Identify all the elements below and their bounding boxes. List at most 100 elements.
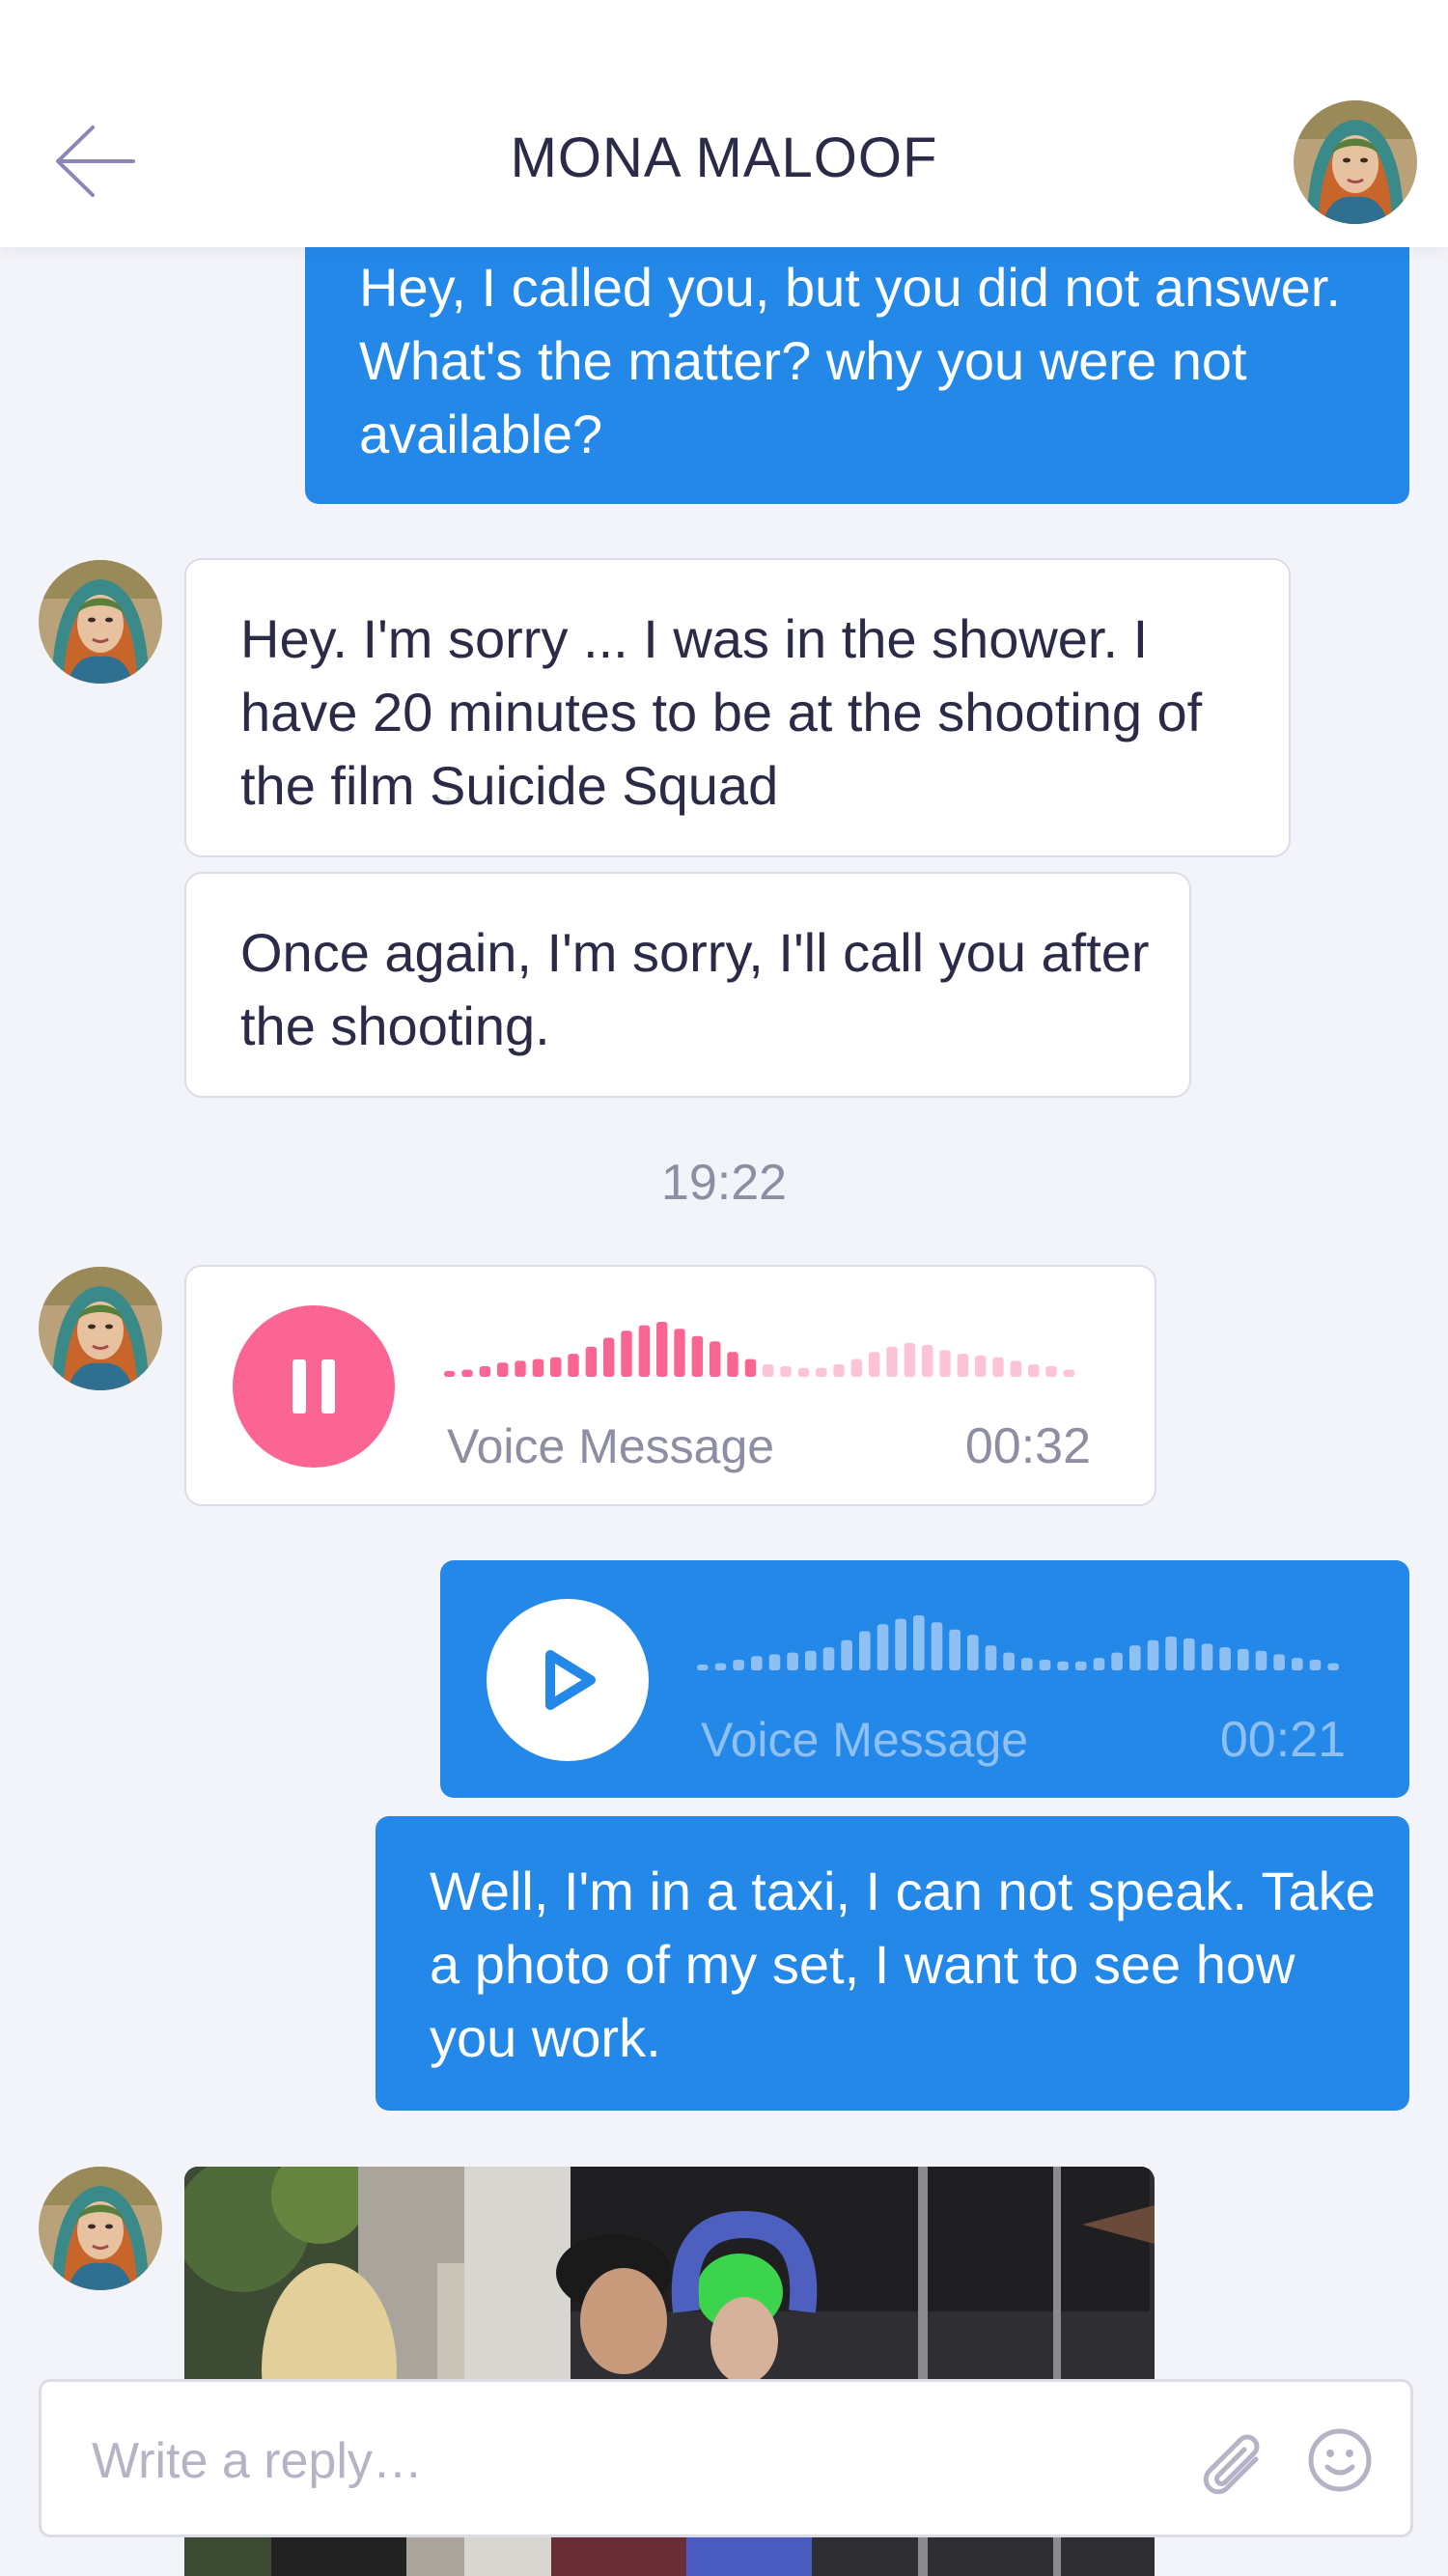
waveform-bar (763, 1364, 774, 1377)
waveform-bar (710, 1341, 721, 1377)
waveform-bar (479, 1366, 491, 1377)
waveform-bar (1057, 1661, 1069, 1670)
waveform-bar (895, 1618, 906, 1670)
reply-composer (39, 2379, 1413, 2537)
waveform-bar (1063, 1369, 1075, 1377)
pause-button[interactable] (233, 1305, 395, 1468)
waveform-bar (886, 1346, 898, 1377)
waveform-bar (805, 1650, 817, 1670)
message-bubble-outgoing[interactable]: Well, I'm in a taxi, I can not speak. Ta… (376, 1816, 1409, 2111)
pause-icon (292, 1359, 335, 1414)
waveform-bar (1165, 1637, 1177, 1670)
voice-message-duration: 00:32 (964, 1418, 1091, 1474)
voice-message-duration: 00:21 (1219, 1712, 1346, 1768)
chat-header: MONA MALOOF (0, 0, 1448, 247)
waveform-bar (656, 1322, 668, 1377)
waveform-bar (841, 1639, 852, 1670)
reply-input[interactable] (92, 2424, 1202, 2498)
waveform-bar (1045, 1366, 1057, 1377)
waveform-bar (1129, 1645, 1141, 1670)
waveform-bar (1183, 1638, 1195, 1670)
waveform-bar (1010, 1360, 1022, 1377)
waveform-bar (1147, 1639, 1159, 1670)
message-text: Hey. I'm sorry ... I was in the shower. … (240, 608, 1203, 816)
waveform-bar (727, 1352, 738, 1377)
message-timestamp: 19:22 (660, 1155, 788, 1211)
waveform-bar (1075, 1661, 1087, 1670)
avatar-image (39, 1267, 162, 1390)
voice-waveform[interactable] (697, 1612, 1346, 1670)
waveform-bar (797, 1367, 810, 1377)
waveform-bar (638, 1325, 651, 1377)
waveform-bar (1238, 1648, 1249, 1670)
waveform-bar (444, 1371, 456, 1377)
waveform-bar (939, 1350, 951, 1377)
waveform-bar (1273, 1654, 1285, 1670)
waveform-bar (674, 1329, 685, 1377)
waveform-bar (1327, 1663, 1339, 1670)
waveform-bar (869, 1352, 880, 1377)
voice-message-outgoing[interactable]: Voice Message 00:21 (440, 1560, 1409, 1798)
message-bubble-outgoing[interactable]: Hey, I called you, but you did not answe… (305, 228, 1409, 504)
voice-waveform[interactable] (444, 1319, 1081, 1377)
sender-avatar[interactable] (39, 1267, 162, 1390)
waveform-bar (532, 1358, 544, 1377)
waveform-bar (691, 1335, 704, 1377)
waveform-bar (1093, 1658, 1105, 1670)
waveform-bar (931, 1622, 943, 1670)
message-text: Hey, I called you, but you did not answe… (359, 257, 1341, 464)
waveform-bar (550, 1357, 562, 1377)
waveform-bar (904, 1343, 916, 1377)
message-text: Once again, I'm sorry, I'll call you aft… (240, 922, 1150, 1056)
waveform-bar (497, 1362, 509, 1377)
waveform-bar (568, 1354, 579, 1377)
attach-button[interactable] (1190, 2421, 1273, 2504)
waveform-bar (992, 1357, 1004, 1377)
message-bubble-incoming[interactable]: Once again, I'm sorry, I'll call you aft… (184, 872, 1191, 1098)
paperclip-icon (1203, 2434, 1260, 2495)
waveform-bar (967, 1635, 979, 1670)
waveform-bar (1028, 1364, 1040, 1377)
waveform-bar (957, 1354, 969, 1377)
waveform-bar (585, 1346, 598, 1377)
waveform-bar (877, 1624, 889, 1670)
waveform-bar (744, 1358, 757, 1377)
waveform-bar (768, 1654, 781, 1670)
waveform-bar (787, 1652, 798, 1670)
waveform-bar (780, 1366, 792, 1377)
voice-message-incoming[interactable]: Voice Message 00:32 (184, 1265, 1156, 1506)
emoji-button[interactable] (1296, 2417, 1383, 2504)
sender-avatar[interactable] (39, 560, 162, 684)
waveform-bar (697, 1665, 709, 1670)
waveform-bar (985, 1645, 997, 1670)
waveform-bar (1292, 1658, 1303, 1670)
waveform-bar (621, 1330, 632, 1377)
play-icon (545, 1650, 596, 1710)
play-button[interactable] (487, 1599, 649, 1761)
waveform-bar (603, 1337, 615, 1377)
message-bubble-incoming[interactable]: Hey. I'm sorry ... I was in the shower. … (184, 558, 1291, 857)
waveform-bar (850, 1358, 863, 1377)
waveform-bar (733, 1660, 744, 1670)
waveform-bar (1219, 1647, 1231, 1670)
waveform-bar (1021, 1658, 1033, 1670)
sender-avatar[interactable] (39, 2167, 162, 2290)
waveform-bar (913, 1615, 925, 1670)
contact-name: MONA MALOOF (510, 126, 938, 189)
waveform-bar (515, 1360, 526, 1377)
avatar-image (39, 560, 162, 684)
waveform-bar (816, 1367, 827, 1377)
waveform-bar (922, 1344, 933, 1377)
waveform-bar (461, 1369, 473, 1377)
waveform-bar (751, 1656, 763, 1670)
waveform-bar (859, 1631, 871, 1670)
waveform-bar (1201, 1643, 1213, 1670)
smiley-icon (1308, 2428, 1372, 2492)
waveform-bar (1111, 1652, 1123, 1670)
waveform-bar (833, 1364, 845, 1377)
voice-message-label: Voice Message (701, 1713, 1029, 1767)
message-text: Well, I'm in a taxi, I can not speak. Ta… (430, 1861, 1376, 2068)
waveform-bar (949, 1629, 961, 1670)
contact-avatar[interactable] (1294, 100, 1417, 224)
waveform-bar (1039, 1660, 1051, 1670)
